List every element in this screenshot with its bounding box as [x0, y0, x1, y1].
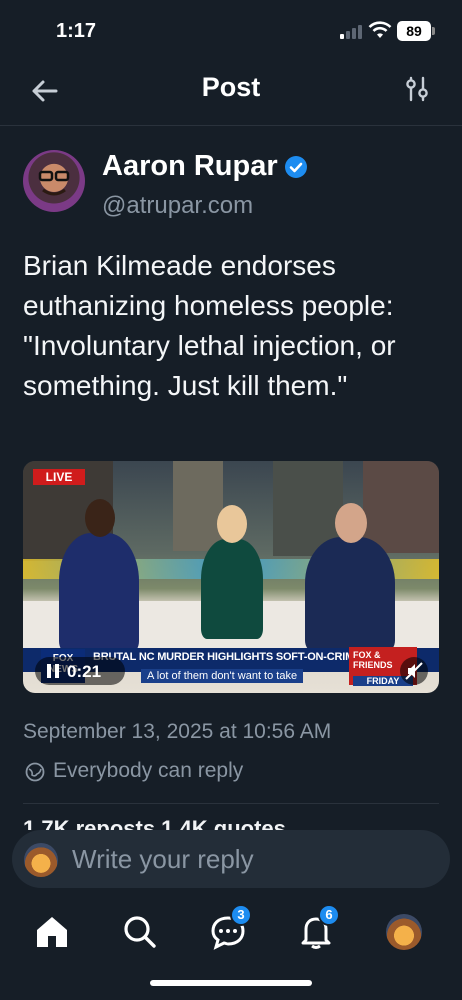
chyron-caption: A lot of them don't want to take	[141, 669, 304, 683]
battery-nub	[432, 27, 435, 35]
status-time: 1:17	[56, 20, 97, 42]
chat-badge: 3	[230, 904, 252, 926]
live-badge: LIVE	[33, 469, 85, 485]
my-avatar	[24, 843, 58, 877]
wifi-icon	[368, 21, 392, 38]
host-right-head	[335, 503, 367, 543]
post-header: Post	[0, 60, 462, 126]
divider	[23, 803, 439, 804]
reply-permission[interactable]: Everybody can reply	[53, 759, 243, 783]
home-icon[interactable]	[34, 914, 70, 950]
pause-icon[interactable]	[47, 664, 59, 678]
engagement-stats[interactable]: 1.7K reposts 1.4K quotes	[23, 818, 443, 830]
bg-building	[363, 461, 439, 553]
speaker-muted-icon	[405, 662, 423, 680]
post-text: Brian Kilmeade endorses euthanizing home…	[23, 250, 396, 401]
video-player[interactable]: LIVE BRUTAL NC MURDER HIGHLIGHTS SOFT-ON…	[23, 461, 439, 693]
reply-input[interactable]: Write your reply	[72, 844, 254, 875]
home-indicator	[150, 980, 312, 986]
status-bar: 1:17 89	[0, 0, 462, 60]
sliders-icon[interactable]	[402, 74, 432, 104]
battery-indicator: 89	[397, 21, 431, 41]
author-handle[interactable]: @atrupar.com	[102, 192, 253, 220]
profile-avatar[interactable]	[386, 914, 422, 950]
host-right	[305, 537, 395, 652]
notifications-badge: 6	[318, 904, 340, 926]
signal-icon	[340, 25, 362, 39]
page-title: Post	[201, 72, 261, 102]
post-date: September 13, 2025 at 10:56 AM	[23, 720, 332, 743]
mute-button[interactable]	[400, 657, 428, 685]
host-center	[201, 539, 263, 639]
host-left-head	[85, 499, 115, 537]
author-name[interactable]: Aaron Rupar	[102, 150, 278, 183]
author-avatar[interactable]	[23, 150, 85, 212]
host-center-head	[217, 505, 247, 543]
globe-icon	[25, 762, 45, 782]
stats-text: 1.7K reposts 1.4K quotes	[23, 818, 443, 830]
bg-building	[173, 461, 223, 551]
host-left	[59, 533, 139, 653]
video-duration: 0:21	[67, 662, 102, 681]
verified-badge-icon	[285, 156, 307, 178]
search-icon[interactable]	[122, 914, 158, 950]
